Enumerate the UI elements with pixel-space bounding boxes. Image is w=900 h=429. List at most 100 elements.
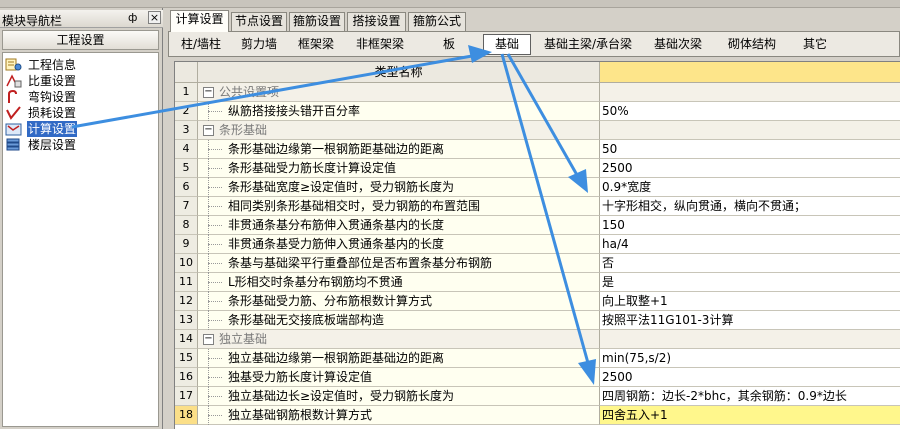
setting-value[interactable]: 否 bbox=[600, 254, 900, 273]
row-number[interactable]: 16 bbox=[175, 368, 198, 387]
tree-line bbox=[208, 263, 222, 264]
table-row[interactable]: 15 独立基础边缘第一根钢筋距基础边的距离 min(75,s/2) bbox=[175, 349, 900, 368]
table-row[interactable]: 2 纵筋搭接接头错开百分率 50% bbox=[175, 102, 900, 121]
nav-item-hook-settings[interactable]: 弯钩设置 bbox=[5, 89, 155, 105]
subtab-column[interactable]: 柱/墙柱 bbox=[172, 34, 230, 55]
table-row[interactable]: 6 条形基础宽度≥设定值时，受力钢筋长度为 0.9*宽度 bbox=[175, 178, 900, 197]
row-number[interactable]: 9 bbox=[175, 235, 198, 254]
setting-name: 条基与基础梁平行重叠部位是否布置条基分布钢筋 bbox=[228, 256, 493, 270]
row-number[interactable]: 7 bbox=[175, 197, 198, 216]
table-row[interactable]: 4 条形基础边缘第一根钢筋距基础边的距离 50 bbox=[175, 140, 900, 159]
nav-item-ratio-settings[interactable]: 比重设置 bbox=[5, 73, 155, 89]
name-cell: 独基受力筋长度计算设定值 bbox=[198, 368, 600, 387]
table-row[interactable]: 16 独基受力筋长度计算设定值 2500 bbox=[175, 368, 900, 387]
setting-name: 条形基础宽度≥设定值时，受力钢筋长度为 bbox=[228, 180, 455, 194]
table-row[interactable]: 7 相同类别条形基础相交时，受力钢筋的布置范围 十字形相交，纵向贯通，横向不贯通； bbox=[175, 197, 900, 216]
table-row[interactable]: 12 条形基础受力筋、分布筋根数计算方式 向上取整+1 bbox=[175, 292, 900, 311]
group-row[interactable]: 14− 独立基础 bbox=[175, 330, 900, 349]
subtab-slab[interactable]: 板 bbox=[416, 34, 482, 55]
subtab-frame-beam[interactable]: 框架梁 bbox=[288, 34, 344, 55]
group-row[interactable]: 1− 公共设置项 bbox=[175, 83, 900, 102]
setting-value[interactable]: min(75,s/2) bbox=[600, 349, 900, 368]
table-row[interactable]: 18 独立基础钢筋根数计算方式 四舍五入+1 bbox=[175, 406, 900, 425]
table-row[interactable]: 8 非贯通条基分布筋伸入贯通条基内的长度 150 bbox=[175, 216, 900, 235]
row-number[interactable]: 17 bbox=[175, 387, 198, 406]
row-number[interactable]: 10 bbox=[175, 254, 198, 273]
toolbar-strip bbox=[0, 0, 900, 8]
subtab-non-frame-beam[interactable]: 非框架梁 bbox=[344, 34, 416, 55]
row-number[interactable]: 8 bbox=[175, 216, 198, 235]
table-row[interactable]: 10 条基与基础梁平行重叠部位是否布置条基分布钢筋 否 bbox=[175, 254, 900, 273]
tab-node-settings[interactable]: 节点设置 bbox=[231, 12, 287, 31]
setting-name: 条形基础受力筋、分布筋根数计算方式 bbox=[228, 294, 433, 308]
row-number[interactable]: 6 bbox=[175, 178, 198, 197]
name-cell: 非贯通条基受力筋伸入贯通条基内的长度 bbox=[198, 235, 600, 254]
row-number[interactable]: 3 bbox=[175, 121, 198, 140]
column-header-type-name[interactable]: 类型名称 bbox=[198, 62, 600, 83]
nav-section-project-settings[interactable]: 工程设置 bbox=[2, 30, 159, 50]
nav-item-floor-settings[interactable]: 楼层设置 bbox=[5, 137, 155, 153]
nav-item-label: 工程信息 bbox=[28, 58, 77, 72]
nav-item-project-info[interactable]: 工程信息 bbox=[5, 57, 155, 73]
collapse-icon[interactable]: − bbox=[203, 334, 214, 345]
tab-stirrup-formula[interactable]: 箍筋公式 bbox=[408, 12, 466, 31]
subtab-foundation-main-beam[interactable]: 基础主梁/承台梁 bbox=[535, 34, 641, 55]
table-row[interactable]: 13 条形基础无交接底板端部构造 按照平法11G101-3计算 bbox=[175, 311, 900, 330]
name-cell: 相同类别条形基础相交时，受力钢筋的布置范围 bbox=[198, 197, 600, 216]
tab-lap-settings[interactable]: 搭接设置 bbox=[347, 12, 406, 31]
collapse-icon[interactable]: − bbox=[203, 87, 214, 98]
grid-header: 类型名称 bbox=[175, 62, 900, 83]
group-row[interactable]: 3− 条形基础 bbox=[175, 121, 900, 140]
table-row[interactable]: 11 L形相交时条基分布钢筋均不贯通 是 bbox=[175, 273, 900, 292]
tab-stirrup-settings[interactable]: 箍筋设置 bbox=[289, 12, 345, 31]
setting-name: 独立基础边长≥设定值时，受力钢筋长度为 bbox=[228, 389, 455, 403]
setting-value[interactable]: 150 bbox=[600, 216, 900, 235]
subtab-foundation[interactable]: 基础 bbox=[483, 34, 531, 55]
subtab-other[interactable]: 其它 bbox=[793, 34, 837, 55]
subtab-masonry[interactable]: 砌体结构 bbox=[717, 34, 787, 55]
table-row[interactable]: 9 非贯通条基受力筋伸入贯通条基内的长度 ha/4 bbox=[175, 235, 900, 254]
name-cell: 条形基础受力筋长度计算设定值 bbox=[198, 159, 600, 178]
row-number[interactable]: 14 bbox=[175, 330, 198, 349]
row-number[interactable]: 1 bbox=[175, 83, 198, 102]
row-number[interactable]: 2 bbox=[175, 102, 198, 121]
nav-item-label: 比重设置 bbox=[28, 74, 77, 88]
name-cell: L形相交时条基分布钢筋均不贯通 bbox=[198, 273, 600, 292]
row-number[interactable]: 4 bbox=[175, 140, 198, 159]
table-row[interactable]: 17 独立基础边长≥设定值时，受力钢筋长度为 四周钢筋：边长-2*bhc，其余钢筋：… bbox=[175, 387, 900, 406]
setting-value[interactable]: 四周钢筋：边长-2*bhc，其余钢筋：0.9*边长 bbox=[600, 387, 900, 406]
subtab-foundation-secondary-beam[interactable]: 基础次梁 bbox=[645, 34, 711, 55]
row-number[interactable]: 11 bbox=[175, 273, 198, 292]
tree-line bbox=[208, 358, 222, 359]
pin-icon[interactable]: ф bbox=[128, 11, 137, 24]
close-icon[interactable]: × bbox=[148, 11, 161, 24]
setting-value[interactable]: 0.9*宽度 bbox=[600, 178, 900, 197]
setting-value[interactable]: 50% bbox=[600, 102, 900, 121]
setting-value[interactable]: 四舍五入+1 bbox=[600, 406, 900, 425]
nav-list: 工程信息 比重设置 弯钩设置 损耗设置 计算设置 楼层设置 bbox=[2, 52, 159, 427]
setting-value[interactable]: 2500 bbox=[600, 368, 900, 387]
setting-value[interactable]: 向上取整+1 bbox=[600, 292, 900, 311]
nav-item-calc-settings[interactable]: 计算设置 bbox=[5, 121, 155, 137]
table-row[interactable]: 5 条形基础受力筋长度计算设定值 2500 bbox=[175, 159, 900, 178]
row-number[interactable]: 12 bbox=[175, 292, 198, 311]
tab-calc-settings[interactable]: 计算设置 bbox=[170, 10, 229, 32]
setting-name: 相同类别条形基础相交时，受力钢筋的布置范围 bbox=[228, 199, 481, 213]
setting-value[interactable]: ha/4 bbox=[600, 235, 900, 254]
nav-item-loss-settings[interactable]: 损耗设置 bbox=[5, 105, 155, 121]
floor-icon bbox=[6, 138, 20, 151]
row-number[interactable]: 18 bbox=[175, 406, 198, 425]
row-number[interactable]: 15 bbox=[175, 349, 198, 368]
setting-value[interactable]: 十字形相交，纵向贯通，横向不贯通； bbox=[600, 197, 900, 216]
nav-item-label: 损耗设置 bbox=[28, 106, 77, 120]
collapse-icon[interactable]: − bbox=[203, 125, 214, 136]
setting-value[interactable]: 是 bbox=[600, 273, 900, 292]
setting-value[interactable]: 2500 bbox=[600, 159, 900, 178]
setting-value[interactable]: 按照平法11G101-3计算 bbox=[600, 311, 900, 330]
subtab-shear-wall[interactable]: 剪力墙 bbox=[230, 34, 288, 55]
row-number[interactable]: 5 bbox=[175, 159, 198, 178]
column-header-value[interactable] bbox=[600, 62, 900, 83]
row-number[interactable]: 13 bbox=[175, 311, 198, 330]
setting-value[interactable]: 50 bbox=[600, 140, 900, 159]
module-nav-panel: 模块导航栏 ф × 工程设置 工程信息 比重设置 弯钩设置 损耗设置 计算设置 … bbox=[0, 8, 163, 429]
